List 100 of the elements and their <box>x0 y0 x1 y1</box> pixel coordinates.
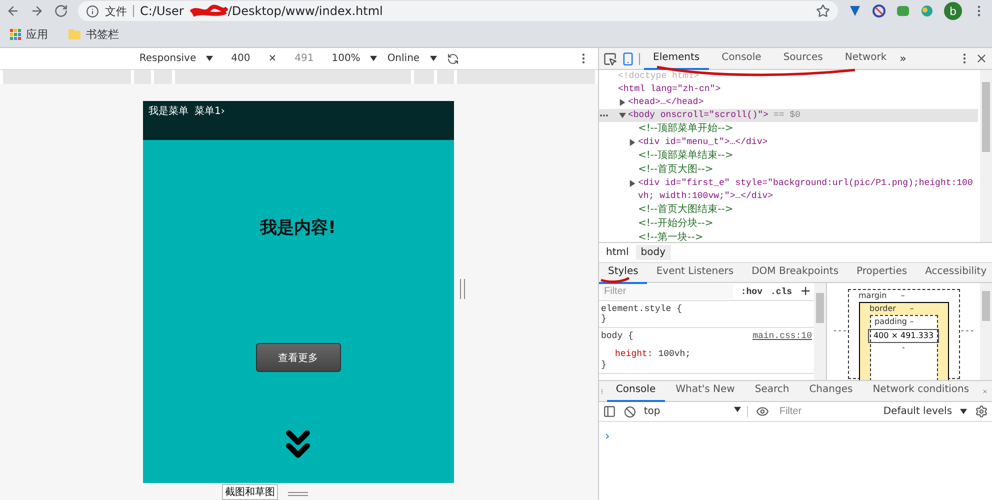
url-text: /Desktop/www/index.html <box>228 4 383 18</box>
dom-node-row[interactable]: <!--顶部菜单开始--> <box>599 122 978 136</box>
dom-node-text: <!--开始分块--> <box>638 217 714 231</box>
disclosure-triangle-icon[interactable] <box>629 139 636 146</box>
clear-console-icon[interactable] <box>624 406 636 418</box>
box-value: - <box>970 326 974 336</box>
scrollbar[interactable] <box>980 283 992 380</box>
drawer-tab[interactable]: What's New <box>666 380 744 402</box>
sidebar-tab[interactable]: Accessibility <box>916 262 992 284</box>
dom-node-text: <!--首页大图--> <box>638 163 714 177</box>
device-preset-dropdown[interactable]: Responsive <box>139 53 196 64</box>
drawer-tab[interactable]: Search <box>746 380 798 402</box>
dom-node-text: <div id="menu_t">…</div> <box>638 136 768 149</box>
class-toggle[interactable]: .cls <box>770 286 792 296</box>
filter-field[interactable]: Filter <box>602 284 733 299</box>
devtools-tab[interactable]: Console <box>712 48 770 70</box>
caret-down-icon <box>960 408 968 415</box>
apps-grid-icon <box>10 29 21 40</box>
annotation-underline <box>600 277 630 284</box>
dom-node-row[interactable]: <body onscroll="scroll()"> == $0 <box>599 109 978 122</box>
menu-link[interactable]: 我是菜单 <box>148 104 188 137</box>
extension-icon[interactable] <box>872 4 886 18</box>
scrollbar[interactable] <box>814 283 826 380</box>
breadcrumb[interactable]: body <box>636 245 671 260</box>
folder-icon <box>68 28 81 41</box>
dom-node-row[interactable]: <head>…</head> <box>599 96 978 109</box>
drawer-tab[interactable]: Network conditions <box>864 380 978 402</box>
close-icon[interactable] <box>975 52 988 65</box>
disclosure-triangle-icon[interactable] <box>619 99 626 106</box>
devtools-tab[interactable]: Network <box>836 48 896 70</box>
eye-icon[interactable] <box>756 405 770 418</box>
throttling-dropdown[interactable]: Online <box>387 53 420 64</box>
box-value: - <box>834 326 836 336</box>
forward-button[interactable] <box>30 4 44 18</box>
resize-handle[interactable] <box>460 279 465 299</box>
dom-node-row[interactable]: <!--首页大图结束--> <box>599 203 978 217</box>
css-selector: element.style { <box>601 304 682 314</box>
caret-down-icon <box>734 406 742 413</box>
sidebar-tab[interactable]: Properties <box>848 262 916 284</box>
page-heading: 我是内容! <box>260 217 336 239</box>
device-toggle-icon[interactable] <box>621 52 635 66</box>
dom-node-text: <!--顶部菜单开始--> <box>638 122 734 136</box>
extension-icon[interactable] <box>848 4 862 18</box>
dom-node-row[interactable]: <!--首页大图--> <box>599 163 978 177</box>
box-value: - <box>838 326 842 336</box>
devtools-tab[interactable]: Sources <box>774 48 832 70</box>
bookmark-item[interactable]: 应用 <box>10 27 48 42</box>
dom-node-row[interactable]: <!--开始分块--> <box>599 217 978 231</box>
source-link[interactable]: main.css:10 <box>752 331 812 341</box>
rotate-icon[interactable] <box>446 52 459 64</box>
address-bar[interactable]: 文件 C:/User /Desktop/www/index.html <box>78 1 838 21</box>
drawer-tab[interactable]: Console <box>606 380 665 402</box>
url-text: C:/User <box>140 4 184 18</box>
context-dropdown[interactable]: top <box>644 406 748 417</box>
css-selector: body { <box>601 331 634 341</box>
padding-box: padding – 400 × 491.333 - <box>870 315 938 380</box>
more-tabs-button[interactable]: » <box>900 52 906 65</box>
devtools-tab[interactable]: Elements <box>644 48 709 70</box>
reload-button[interactable] <box>54 4 68 18</box>
css-brace: } <box>601 360 608 370</box>
resize-handle[interactable] <box>288 492 308 496</box>
css-declaration: height: 100vh; <box>615 349 691 359</box>
disclosure-triangle-icon[interactable] <box>629 180 636 187</box>
dom-node-row[interactable]: <div id="menu_t">…</div> <box>599 136 978 149</box>
redaction-scribble <box>190 4 228 18</box>
content-size: 400 × 491.333 <box>868 329 939 343</box>
scheme-label: 文件 <box>105 4 127 18</box>
drawer-tab[interactable]: Changes <box>800 380 862 402</box>
info-icon <box>86 4 99 18</box>
dom-node-row[interactable]: <html lang="zh-cn"> <box>599 83 978 96</box>
menu-link[interactable]: 菜单1› <box>194 104 225 137</box>
sidebar-toggle-icon[interactable] <box>603 405 616 418</box>
breadcrumb[interactable]: html <box>601 245 634 260</box>
dom-node-text: <body onscroll="scroll()"> == $0 <box>628 109 800 122</box>
inspect-icon[interactable] <box>603 52 617 66</box>
bookmark-star-icon[interactable] <box>816 4 830 18</box>
box-value: - <box>843 326 846 336</box>
box-value: - <box>960 326 964 336</box>
sidebar-tab[interactable]: DOM Breakpoints <box>742 262 848 284</box>
scrollbar[interactable] <box>980 70 992 242</box>
sidebar-tab[interactable]: Event Listeners <box>647 262 743 284</box>
hover-state-toggle[interactable]: :hov <box>740 286 762 296</box>
dom-node-row[interactable]: <!--顶部菜单结束--> <box>599 149 978 163</box>
settings-icon[interactable] <box>975 405 988 418</box>
dom-node-text: <html lang="zh-cn"> <box>618 83 721 96</box>
profile-avatar[interactable]: b <box>944 2 962 20</box>
disclosure-triangle-icon[interactable] <box>619 112 626 119</box>
log-levels-dropdown[interactable]: Default levels <box>883 406 952 417</box>
new-rule-button[interactable]: + <box>800 284 811 299</box>
bookmark-item[interactable]: 书签栏 <box>68 27 119 42</box>
caret-down-icon <box>206 55 214 62</box>
view-more-button[interactable]: 查看更多 <box>256 343 340 372</box>
zoom-dropdown[interactable]: 100% <box>332 53 360 64</box>
dom-node-row[interactable]: <!--第一块--> <box>599 231 978 242</box>
caret-down-icon <box>370 55 378 62</box>
tooltip-label: 截图和草图 <box>222 484 278 500</box>
extension-icon[interactable] <box>896 4 910 18</box>
caret-down-icon <box>430 55 437 62</box>
back-button[interactable] <box>6 4 20 18</box>
ellipsis-icon <box>600 114 608 117</box>
